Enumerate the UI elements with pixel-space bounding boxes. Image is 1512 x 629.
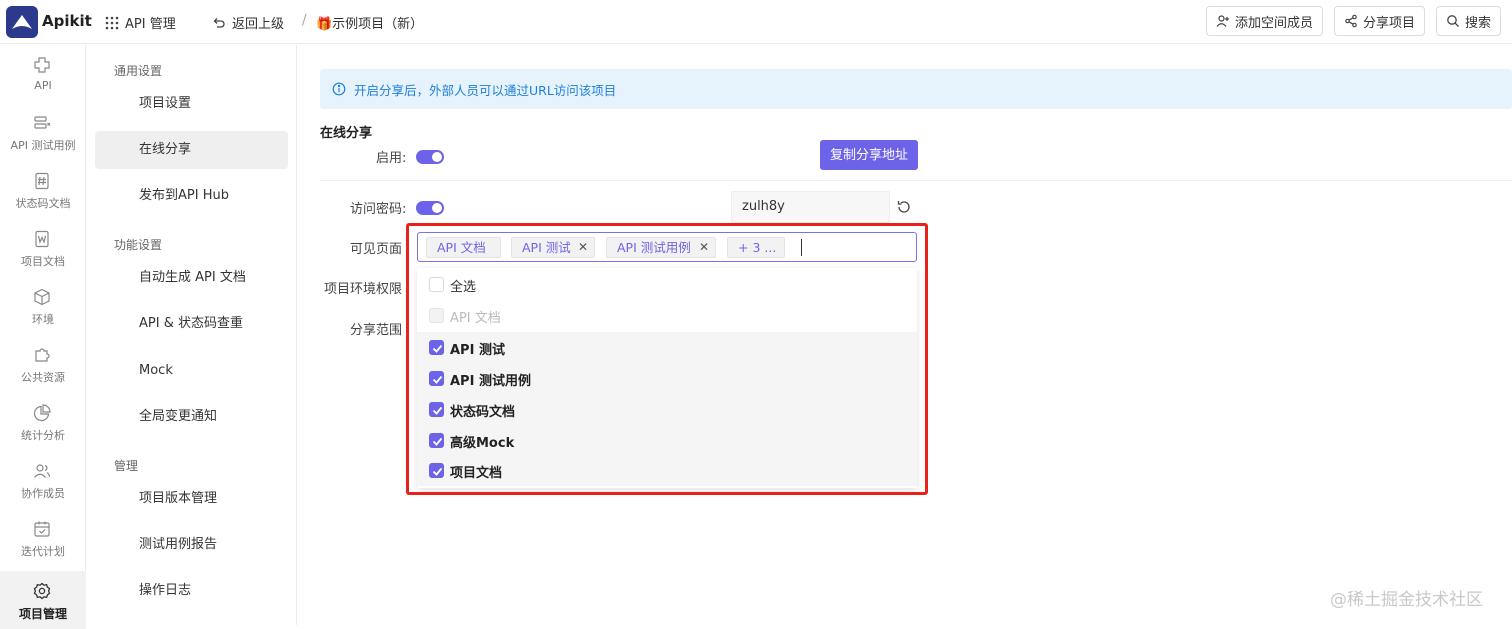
- api-manage-button[interactable]: API 管理: [105, 13, 176, 32]
- section-title: 在线分享: [320, 126, 373, 141]
- share-scope-label: 分享范围: [350, 323, 403, 338]
- add-member-label: 添加空间成员: [1235, 15, 1314, 31]
- menu-item-online-share[interactable]: 在线分享: [95, 131, 288, 169]
- rail-label: 环境: [32, 313, 54, 326]
- rail-item-statistics[interactable]: 统计分析: [0, 393, 86, 451]
- rail-label: 项目管理: [18, 607, 67, 621]
- test-case-icon: [34, 116, 51, 129]
- rail-label: 统计分析: [21, 429, 65, 442]
- calendar-icon: [34, 521, 50, 537]
- rail-label: API: [34, 79, 52, 92]
- visible-pages-label: 可见页面: [350, 242, 403, 257]
- api-icon: [34, 57, 50, 73]
- rail-item-test-case[interactable]: API 测试用例: [0, 103, 86, 161]
- menu-group-features: 功能设置: [114, 238, 163, 252]
- enable-label: 启用:: [376, 151, 407, 166]
- breadcrumb-separator: /: [302, 12, 307, 28]
- share-project-label: 分享项目: [1363, 15, 1416, 31]
- apikit-logo-icon[interactable]: [6, 6, 38, 38]
- add-user-icon: [1216, 15, 1229, 27]
- add-member-button[interactable]: 添加空间成员: [1206, 6, 1324, 36]
- back-button[interactable]: 返回上级: [212, 13, 284, 32]
- refresh-icon[interactable]: [896, 199, 912, 215]
- icon-rail: API API 测试用例 状态码文档 项目文档 环境 公共资源 统计分析 协作成…: [0, 45, 86, 629]
- undo-icon: [213, 17, 225, 28]
- info-icon: [332, 82, 346, 96]
- copy-share-url-button[interactable]: 复制分享地址: [820, 140, 918, 170]
- search-button[interactable]: 搜索: [1436, 6, 1502, 36]
- menu-item-version-manage[interactable]: 项目版本管理: [95, 480, 288, 518]
- password-field[interactable]: zulh8y: [731, 191, 890, 223]
- rail-label: API 测试用例: [10, 139, 76, 152]
- menu-item-operation-log[interactable]: 操作日志: [95, 572, 288, 610]
- menu-group-manage: 管理: [114, 459, 139, 473]
- rail-item-project-doc[interactable]: 项目文档: [0, 219, 86, 277]
- rail-label: 项目文档: [21, 255, 65, 268]
- rail-item-members[interactable]: 协作成员: [0, 451, 86, 509]
- breadcrumb-project[interactable]: 🎁示例项目（新）: [316, 13, 423, 32]
- puzzle-icon: [35, 348, 50, 362]
- menu-item-project-settings[interactable]: 项目设置: [95, 85, 288, 123]
- info-banner: 开启分享后，外部人员可以通过URL访问该项目: [320, 69, 1512, 109]
- info-text: 开启分享后，外部人员可以通过URL访问该项目: [354, 82, 617, 98]
- rail-item-iteration[interactable]: 迭代计划: [0, 509, 86, 567]
- share-icon: [1345, 14, 1357, 28]
- menu-item-test-report[interactable]: 测试用例报告: [95, 526, 288, 564]
- project-name: 🎁示例项目（新）: [316, 17, 424, 32]
- rail-label: 状态码文档: [15, 197, 71, 210]
- menu-item-auto-generate[interactable]: 自动生成 API 文档: [95, 259, 288, 297]
- rail-item-api[interactable]: API: [0, 45, 86, 103]
- password-label: 访问密码:: [350, 202, 407, 217]
- rail-label: 迭代计划: [21, 545, 65, 558]
- rail-item-environment[interactable]: 环境: [0, 277, 86, 335]
- users-icon: [34, 464, 51, 478]
- settings-menu: 通用设置 项目设置 在线分享 发布到API Hub 功能设置 自动生成 API …: [87, 45, 297, 625]
- highlight-annotation: [406, 223, 928, 495]
- back-label: 返回上级: [232, 17, 285, 32]
- watermark: @稀土掘金技术社区: [1330, 590, 1483, 610]
- cube-icon: [34, 288, 50, 306]
- rail-item-public-resource[interactable]: 公共资源: [0, 335, 86, 393]
- search-icon: [1447, 15, 1459, 27]
- rail-label: 公共资源: [21, 371, 65, 384]
- search-label: 搜索: [1465, 15, 1492, 31]
- env-permission-label: 项目环境权限: [324, 282, 403, 297]
- divider: [320, 180, 1512, 181]
- hash-doc-icon: [35, 172, 49, 190]
- share-project-button[interactable]: 分享项目: [1334, 6, 1426, 36]
- rail-item-status-code[interactable]: 状态码文档: [0, 161, 86, 219]
- gear-icon: [33, 582, 51, 600]
- word-doc-icon: [35, 230, 49, 248]
- menu-group-general: 通用设置: [114, 64, 163, 78]
- menu-item-dedupe[interactable]: API & 状态码查重: [95, 305, 288, 343]
- menu-item-global-notice[interactable]: 全局变更通知: [95, 398, 288, 436]
- rail-item-project-manage[interactable]: 项目管理: [0, 571, 86, 629]
- api-manage-label: API 管理: [125, 17, 176, 32]
- grid-icon: [105, 16, 119, 29]
- pie-chart-icon: [33, 404, 51, 422]
- enable-toggle[interactable]: [416, 150, 444, 164]
- menu-item-publish-hub[interactable]: 发布到API Hub: [95, 177, 288, 215]
- rail-label: 协作成员: [21, 487, 65, 500]
- menu-item-mock[interactable]: Mock: [95, 352, 288, 390]
- brand-name: Apikit: [42, 12, 92, 30]
- top-bar: Apikit API 管理 返回上级 / 🎁示例项目（新） 添加空间成员 分享项…: [0, 0, 1512, 44]
- password-toggle[interactable]: [416, 201, 444, 215]
